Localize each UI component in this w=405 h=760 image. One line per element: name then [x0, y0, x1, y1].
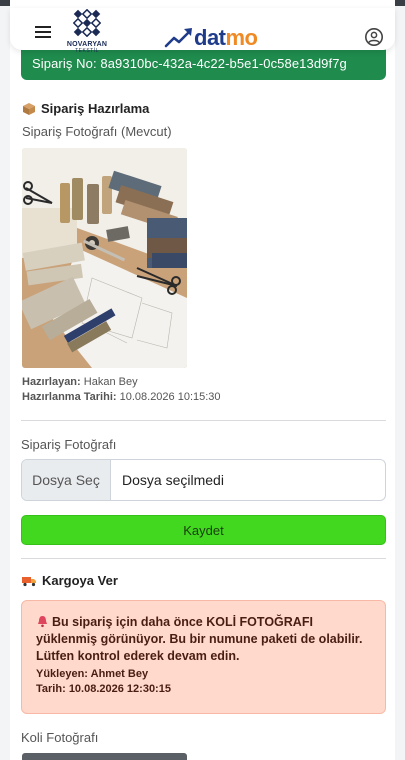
uploader-value: Ahmet Bey — [90, 668, 149, 680]
novaryan-mark-icon — [72, 8, 102, 38]
warning-date-value: 10.08.2026 12:30:15 — [68, 683, 171, 695]
duplicate-photo-warning: Bu sipariş için daha önce KOLİ FOTOĞRAFI… — [21, 600, 386, 714]
preparation-title: Sipariş Hazırlama — [22, 101, 149, 116]
warning-text-emphasis: KOLİ FOTOĞRAFI — [206, 615, 313, 629]
warning-uploader: Yükleyen: Ahmet Bey — [36, 667, 371, 682]
warning-text-post: yüklenmiş görünüyor. Bu bir numune paket… — [36, 632, 363, 663]
app-logo: dat mo — [164, 23, 258, 53]
user-circle-icon[interactable] — [364, 27, 384, 47]
box-photo-label: Koli Fotoğrafı — [21, 730, 99, 745]
choose-file-button[interactable]: Dosya Seç — [22, 460, 111, 500]
company-logo: NOVARYAN TEKSTİL — [62, 8, 112, 56]
preparation-title-text: Sipariş Hazırlama — [41, 101, 150, 116]
shipping-title: Kargoya Ver — [22, 573, 118, 588]
prepared-by: Hazırlayan: Hakan Bey — [22, 376, 138, 388]
uploader-label: Yükleyen: — [36, 668, 88, 680]
bell-icon — [38, 616, 47, 628]
divider — [21, 558, 386, 559]
order-photo-file-input[interactable]: Dosya Seç Dosya seçilmedi — [21, 459, 386, 501]
truck-icon — [22, 576, 36, 586]
prepared-date: Hazırlanma Tarihi: 10.08.2026 10:15:30 — [22, 391, 221, 403]
save-button[interactable]: Kaydet — [21, 515, 386, 545]
hamburger-icon[interactable] — [35, 26, 51, 38]
divider — [21, 420, 386, 421]
file-input-value: Dosya seçilmedi — [122, 472, 224, 488]
app-name-part2: mo — [225, 25, 259, 50]
warning-text-pre: Bu sipariş için daha önce — [52, 615, 207, 629]
shipping-title-text: Kargoya Ver — [42, 573, 118, 588]
growth-arrow-icon — [164, 28, 192, 48]
prepared-date-label: Hazırlanma Tarihi: — [22, 391, 117, 403]
app-header: NOVARYAN TEKSTİL dat mo — [10, 8, 395, 54]
upload-label: Sipariş Fotoğrafı — [21, 437, 117, 452]
box-icon — [23, 102, 35, 115]
app-name-part1: dat — [194, 25, 226, 50]
prepared-by-value: Hakan Bey — [83, 376, 138, 388]
warning-date: Tarih: 10.08.2026 12:30:15 — [36, 682, 371, 697]
prepared-date-value: 10.08.2026 10:15:30 — [119, 391, 221, 403]
prepared-by-label: Hazırlayan: — [22, 376, 81, 388]
warning-date-label: Tarih: — [36, 683, 66, 695]
company-subtitle: TEKSTİL — [75, 48, 99, 54]
order-photo[interactable] — [22, 148, 187, 368]
company-name: NOVARYAN — [66, 41, 108, 48]
order-photo-label: Sipariş Fotoğrafı (Mevcut) — [22, 124, 172, 139]
box-photo[interactable] — [22, 753, 187, 760]
